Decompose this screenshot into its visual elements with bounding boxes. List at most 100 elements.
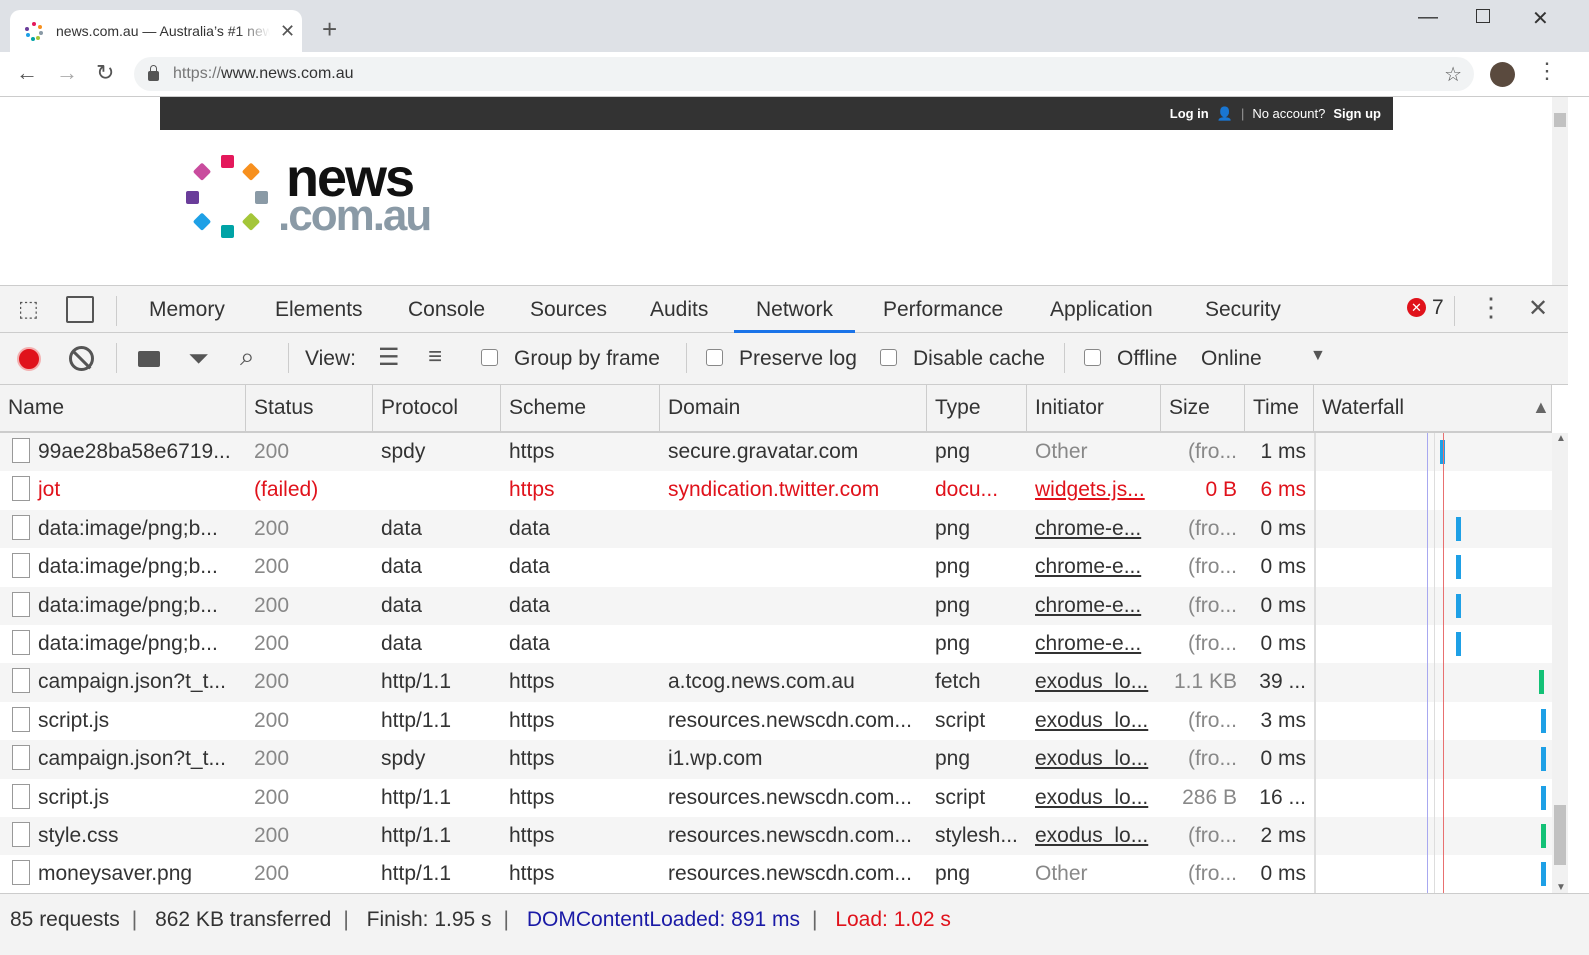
browser-tab[interactable]: news.com.au — Australia’s #1 news site ✕: [10, 10, 302, 52]
disable-cache-label[interactable]: Disable cache: [913, 347, 1045, 371]
error-count[interactable]: 7: [1432, 296, 1444, 320]
cell-initiator[interactable]: exodus_lo...: [1027, 817, 1161, 855]
forward-icon[interactable]: →: [56, 60, 78, 86]
chevron-down-icon[interactable]: ▼: [1310, 347, 1326, 365]
group-by-frame-label[interactable]: Group by frame: [514, 347, 660, 371]
table-row[interactable]: jot (failed) https syndication.twitter.com d…: [0, 471, 1552, 510]
overview-icon[interactable]: ≡: [428, 343, 442, 371]
cell-waterfall: [1314, 509, 1552, 549]
column-header-scheme[interactable]: Scheme: [501, 385, 660, 431]
table-row[interactable]: campaign.json?t_t... 200 http/1.1 https a.tc…: [0, 663, 1552, 702]
window-close-icon[interactable]: ✕: [1532, 6, 1549, 31]
close-tab-icon[interactable]: ✕: [280, 21, 295, 42]
group-by-frame-checkbox[interactable]: [481, 348, 498, 372]
tab-network[interactable]: Network: [734, 286, 856, 333]
device-toolbar-icon[interactable]: [66, 296, 94, 323]
tab-security[interactable]: Security: [1205, 286, 1281, 333]
preserve-log-checkbox[interactable]: [706, 348, 723, 372]
back-icon[interactable]: ←: [16, 60, 38, 86]
column-header-domain[interactable]: Domain: [660, 385, 927, 431]
tab-memory[interactable]: Memory: [149, 286, 225, 333]
cell-initiator[interactable]: exodus_lo...: [1027, 663, 1161, 701]
status-text: 200: [254, 747, 290, 771]
cell-size: (fro...: [1161, 625, 1245, 663]
status-text: 200: [254, 670, 290, 694]
disable-cache-checkbox[interactable]: [880, 348, 897, 372]
view-label: View:: [305, 347, 356, 370]
devtools-menu-icon[interactable]: ⋮: [1478, 292, 1504, 323]
table-row[interactable]: style.css 200 http/1.1 https resources.newsc…: [0, 817, 1552, 856]
offline-label[interactable]: Offline: [1117, 347, 1177, 371]
cell-domain: [660, 548, 927, 586]
filter-icon[interactable]: ⏷: [188, 343, 209, 375]
column-header-initiator[interactable]: Initiator: [1027, 385, 1161, 431]
chrome-menu-icon[interactable]: ⋮: [1536, 58, 1558, 84]
column-header-protocol[interactable]: Protocol: [373, 385, 501, 431]
page-scrollbar[interactable]: [1552, 97, 1568, 285]
cell-protocol: data: [373, 510, 501, 548]
offline-checkbox[interactable]: [1084, 348, 1101, 372]
cell-scheme: data: [501, 548, 660, 586]
record-button[interactable]: [17, 347, 41, 371]
inspect-element-icon[interactable]: ⬚: [18, 296, 39, 322]
maximize-icon[interactable]: [1476, 9, 1490, 23]
cell-initiator[interactable]: widgets.js...: [1027, 471, 1161, 509]
reload-icon[interactable]: ↻: [96, 60, 114, 86]
cell-status: 200: [246, 779, 373, 817]
bookmark-star-icon[interactable]: ☆: [1444, 62, 1462, 87]
column-header-type[interactable]: Type: [927, 385, 1027, 431]
error-icon[interactable]: ✕: [1407, 298, 1426, 317]
table-row[interactable]: data:image/png;b... 200 data data png chrome-…: [0, 586, 1552, 625]
cell-initiator[interactable]: chrome-e...: [1027, 510, 1161, 548]
table-row[interactable]: script.js 200 http/1.1 https resources.newsc…: [0, 778, 1552, 817]
signup-link[interactable]: Sign up: [1333, 106, 1381, 121]
cell-initiator[interactable]: exodus_lo...: [1027, 779, 1161, 817]
tab-sources[interactable]: Sources: [530, 286, 607, 333]
column-header-status[interactable]: Status: [246, 385, 373, 431]
table-row[interactable]: moneysaver.png 200 http/1.1 https resources.…: [0, 855, 1552, 893]
column-header-time[interactable]: Time: [1245, 385, 1314, 431]
screenshot-capture-icon[interactable]: [138, 351, 160, 367]
table-row[interactable]: campaign.json?t_t... 200 spdy https i1.wp.co…: [0, 740, 1552, 779]
cell-status: 200: [246, 433, 373, 471]
clear-button[interactable]: [69, 346, 94, 371]
cell-time: 6 ms: [1245, 471, 1314, 509]
cell-type: png: [927, 433, 1027, 471]
url-input[interactable]: https://www.news.com.au ☆: [134, 57, 1474, 91]
table-row[interactable]: data:image/png;b... 200 data data png chrome-…: [0, 509, 1552, 549]
table-row[interactable]: data:image/png;b... 200 data data png chrome-…: [0, 548, 1552, 587]
tab-performance[interactable]: Performance: [883, 286, 1003, 333]
column-header-size[interactable]: Size: [1161, 385, 1245, 431]
tab-console[interactable]: Console: [408, 286, 485, 333]
cell-domain: [660, 587, 927, 625]
tab-elements[interactable]: Elements: [275, 286, 363, 333]
new-tab-icon[interactable]: +: [322, 14, 337, 45]
minimize-icon[interactable]: —: [1418, 6, 1438, 29]
tab-audits[interactable]: Audits: [650, 286, 708, 333]
table-row[interactable]: script.js 200 http/1.1 https resources.newsc…: [0, 701, 1552, 741]
cell-scheme: https: [501, 471, 660, 509]
table-scrollbar[interactable]: ▲ ▼: [1552, 433, 1568, 893]
login-link[interactable]: Log in: [1170, 106, 1209, 121]
close-devtools-icon[interactable]: ✕: [1528, 294, 1548, 323]
cell-initiator[interactable]: chrome-e...: [1027, 625, 1161, 663]
column-header-waterfall[interactable]: Waterfall: [1314, 385, 1552, 431]
column-header-name[interactable]: Name: [0, 385, 246, 431]
search-icon[interactable]: ⌕: [240, 341, 255, 373]
table-row[interactable]: data:image/png;b... 200 data data png chrome-…: [0, 625, 1552, 664]
cell-initiator[interactable]: chrome-e...: [1027, 548, 1161, 586]
cell-initiator[interactable]: chrome-e...: [1027, 587, 1161, 625]
site-top-bar: Log in 👤 | No account? Sign up: [160, 97, 1393, 130]
sort-ascending-icon[interactable]: ▲: [1532, 397, 1550, 418]
tab-application[interactable]: Application: [1050, 286, 1153, 333]
site-logo[interactable]: news .com.au: [184, 151, 432, 248]
preserve-log-label[interactable]: Preserve log: [739, 347, 857, 371]
throttling-select[interactable]: Online: [1201, 347, 1262, 371]
profile-avatar[interactable]: [1490, 62, 1515, 87]
large-rows-icon[interactable]: ☰: [378, 343, 400, 372]
cell-initiator[interactable]: exodus_lo...: [1027, 702, 1161, 740]
cell-initiator[interactable]: exodus_lo...: [1027, 740, 1161, 778]
table-row[interactable]: 99ae28ba58e6719... 200 spdy https secure.gra…: [0, 433, 1552, 472]
cell-waterfall: [1314, 855, 1552, 893]
time-text: 16 ...: [1259, 785, 1306, 809]
